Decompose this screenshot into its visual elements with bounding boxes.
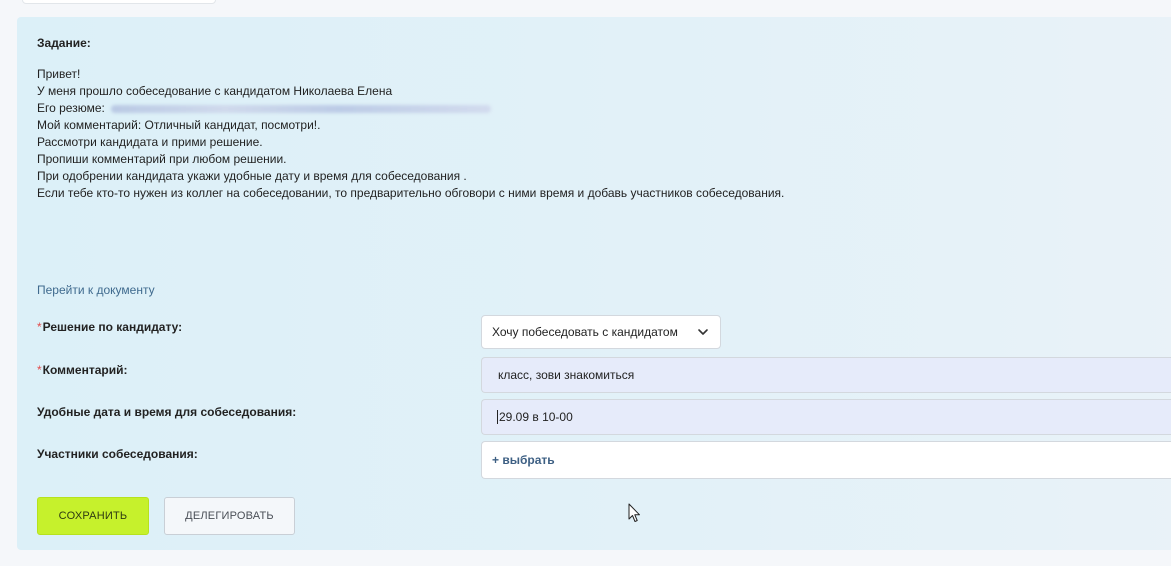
chevron-down-icon (698, 329, 708, 335)
task-panel: Задание: Привет! У меня прошло собеседов… (17, 17, 1171, 550)
resume-link-redacted[interactable] (110, 104, 491, 113)
decision-select[interactable]: Хочу побеседовать с кандидатом (481, 315, 721, 349)
comment-input[interactable]: класс, зови знакомиться (481, 357, 1171, 393)
task-heading: Задание: (37, 36, 91, 50)
decision-label-text: Решение по кандидату: (42, 320, 183, 334)
comment-label-text: Комментарий: (42, 363, 128, 377)
task-line: Если тебе кто-то нужен из коллег на собе… (37, 186, 785, 200)
task-line: Рассмотри кандидата и прими решение. (37, 135, 263, 149)
required-mark: * (37, 320, 42, 334)
resume-line: Его резюме: (37, 100, 784, 117)
resume-label: Его резюме: (37, 101, 105, 115)
task-line: Мой комментарий: Отличный кандидат, посм… (37, 118, 321, 132)
mouse-cursor-icon (628, 503, 640, 522)
decision-label: *Решение по кандидату: (37, 320, 182, 334)
comment-input-value: класс, зови знакомиться (498, 368, 635, 382)
task-line: У меня прошло собеседование с кандидатом… (37, 84, 393, 98)
task-line: Пропиши комментарий при любом решении. (37, 152, 287, 166)
required-mark: * (37, 363, 42, 377)
datetime-label: Удобные дата и время для собеседования: (37, 405, 297, 419)
datetime-input[interactable]: 29.09 в 10-00 (481, 399, 1171, 435)
participants-label: Участники собеседования: (37, 447, 198, 461)
comment-label: *Комментарий: (37, 363, 127, 377)
go-to-document-link[interactable]: Перейти к документу (37, 283, 155, 297)
text-caret (497, 410, 498, 424)
top-tab-stub (22, 0, 216, 4)
save-button[interactable]: СОХРАНИТЬ (37, 497, 149, 535)
participants-field[interactable]: + выбрать (481, 441, 1171, 479)
task-line: Привет! (37, 67, 81, 81)
delegate-button[interactable]: ДЕЛЕГИРОВАТЬ (164, 497, 295, 535)
task-line: При одобрении кандидата укажи удобные да… (37, 169, 467, 183)
task-description: Привет! У меня прошло собеседование с ка… (37, 66, 784, 202)
decision-select-value: Хочу побеседовать с кандидатом (492, 325, 678, 339)
datetime-input-value: 29.09 в 10-00 (499, 410, 573, 424)
select-participants-button[interactable]: + выбрать (482, 453, 555, 467)
